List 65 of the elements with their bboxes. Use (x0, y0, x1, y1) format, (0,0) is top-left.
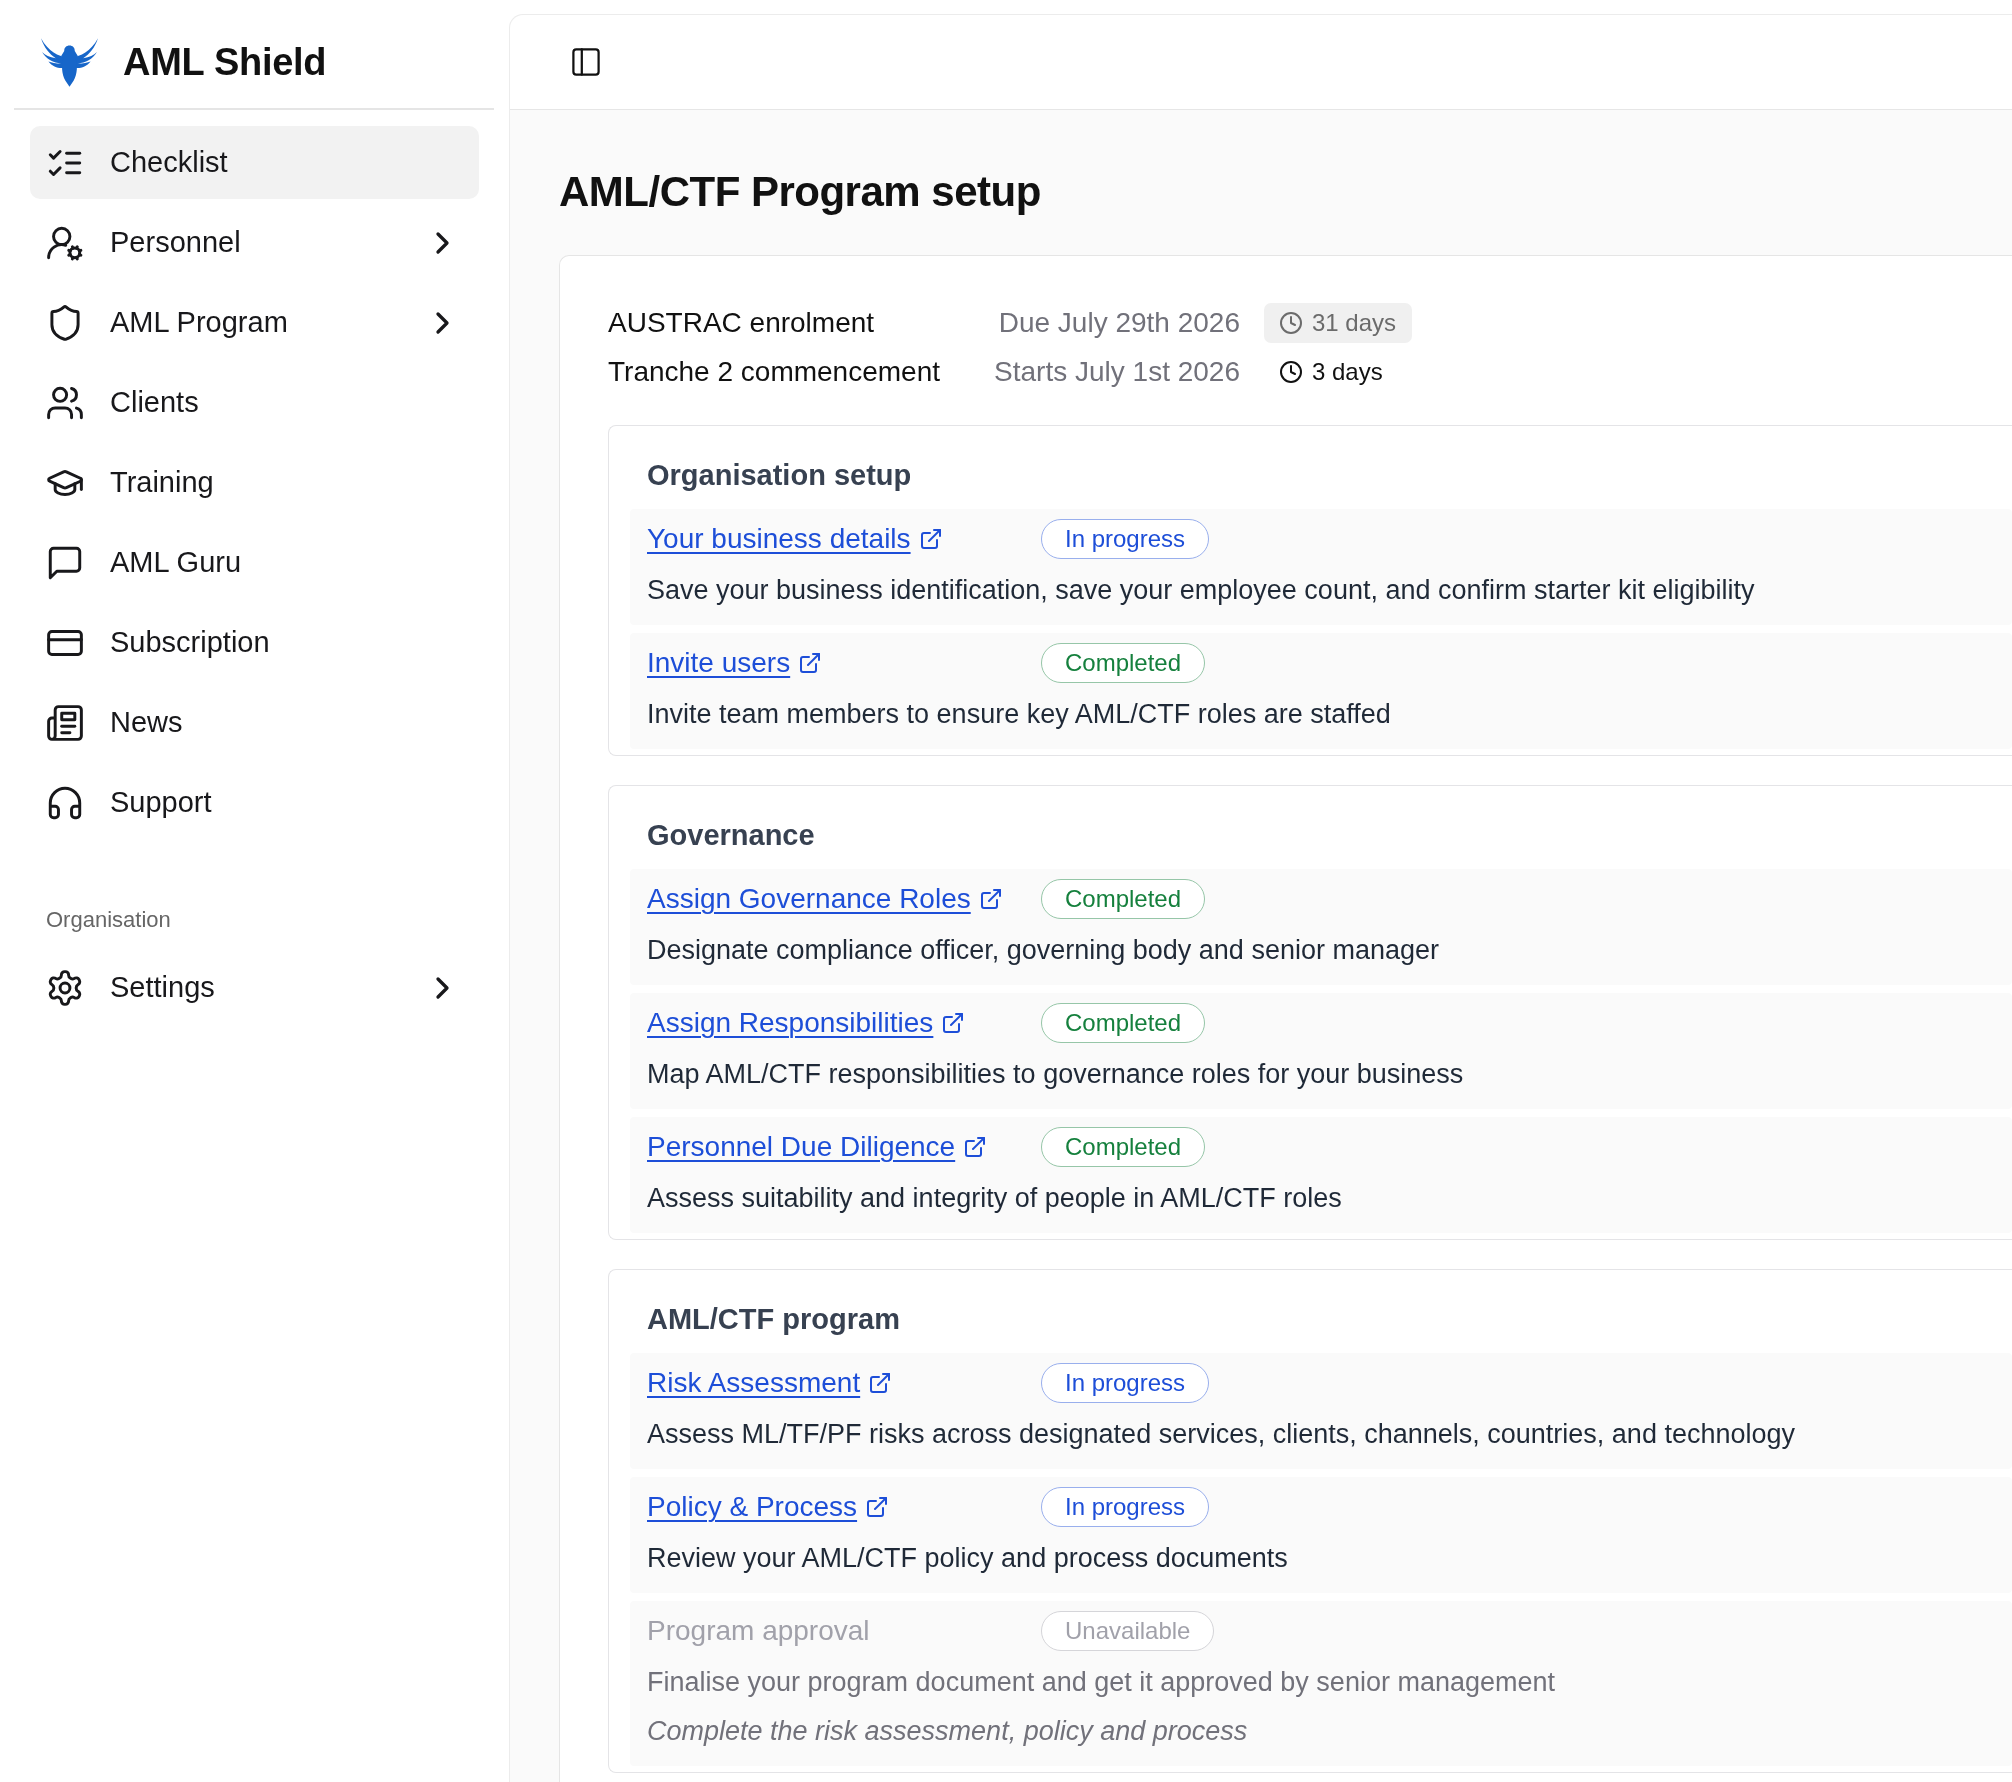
nav-item[interactable]: News (30, 686, 479, 759)
status-badge: Completed (1041, 1127, 1206, 1167)
days-remaining: 3 days (1312, 358, 1383, 386)
nav-item[interactable]: Training (30, 446, 479, 519)
deadline-label: AUSTRAC enrolment (608, 306, 875, 340)
status-badge: In progress (1041, 519, 1210, 559)
nav-item[interactable]: Subscription (30, 606, 479, 679)
external-link-icon (800, 653, 821, 673)
users-icon (47, 384, 83, 421)
deadline-label: Tranche 2 commencement (608, 355, 940, 389)
nav-item[interactable]: Settings (30, 951, 479, 1024)
task-description: Assess suitability and integrity of people in AML/CTF roles (647, 1182, 1343, 1215)
section-title: AML/CTF program (647, 1302, 900, 1337)
task-description: Review your AML/CTF policy and process documents (647, 1542, 1289, 1575)
shield-icon (47, 304, 83, 341)
task-link[interactable]: Risk Assessment (647, 1365, 891, 1401)
nav-item[interactable]: AML Guru (30, 526, 479, 599)
nav-item[interactable]: Checklist (30, 126, 479, 199)
task-description: Save your business identification, save your employee count, and confirm starter kit eligibility (647, 574, 1756, 607)
panel-icon (572, 48, 600, 76)
section-title: Organisation setup (647, 458, 912, 493)
task-link[interactable]: Invite users (647, 645, 821, 681)
user-gear-icon (47, 224, 83, 261)
task-link[interactable]: Personnel Due Diligence (647, 1129, 986, 1165)
status-badge: In progress (1041, 1363, 1210, 1403)
external-link-icon (870, 1373, 891, 1393)
nav-item[interactable]: Clients (30, 366, 479, 439)
settings-icon (47, 969, 83, 1006)
headphones-icon (47, 784, 83, 821)
task-description: Assess ML/TF/PF risks across designated services, clients, channels, countries, and technology (647, 1418, 1796, 1451)
nav-item[interactable]: AML Program (30, 286, 479, 359)
deadline-date: Due July 29th 2026 (998, 306, 1240, 340)
task-description: Map AML/CTF responsibilities to governance roles for your business (647, 1058, 1465, 1091)
nav-item[interactable]: Support (30, 766, 479, 839)
external-link-icon (943, 1013, 964, 1033)
app-name: AML Shield (123, 40, 327, 84)
status-badge: Completed (1041, 643, 1206, 683)
task-title: Program approval (647, 1615, 870, 1646)
task-description: Invite team members to ensure key AML/CTF roles are staffed (647, 698, 1392, 731)
eagle-icon (41, 37, 98, 87)
days-remaining: 31 days (1312, 309, 1397, 337)
clock-icon (1280, 361, 1302, 383)
external-link-icon (920, 529, 941, 549)
task-link[interactable]: Assign Responsibilities (647, 1005, 964, 1041)
status-badge: Unavailable (1041, 1611, 1215, 1651)
section-title: Governance (647, 818, 815, 853)
deadline-date: Starts July 1st 2026 (994, 355, 1240, 389)
clock-icon (1280, 312, 1302, 334)
task-link[interactable]: Policy & Process (647, 1489, 888, 1525)
status-badge: Completed (1041, 1003, 1206, 1043)
task-link[interactable]: Your business details (647, 521, 941, 557)
chat-bubble-icon (47, 544, 83, 581)
task-description: Finalise your program document and get it approved by senior management (647, 1666, 1556, 1699)
external-link-icon (980, 889, 1001, 909)
page-title: AML/CTF Program setup (559, 167, 1041, 217)
task-note: Complete the risk assessment, policy and process (647, 1715, 1249, 1748)
status-badge: Completed (1041, 879, 1206, 919)
newspaper-icon (47, 704, 83, 741)
status-badge: In progress (1041, 1487, 1210, 1527)
nav-item[interactable]: Personnel (30, 206, 479, 279)
nav-section-label: Organisation (45, 906, 171, 934)
task-description: Designate compliance officer, governing body and senior manager (647, 934, 1440, 967)
external-link-icon (965, 1137, 986, 1157)
task-link[interactable]: Assign Governance Roles (647, 881, 1001, 917)
external-link-icon (867, 1497, 888, 1517)
